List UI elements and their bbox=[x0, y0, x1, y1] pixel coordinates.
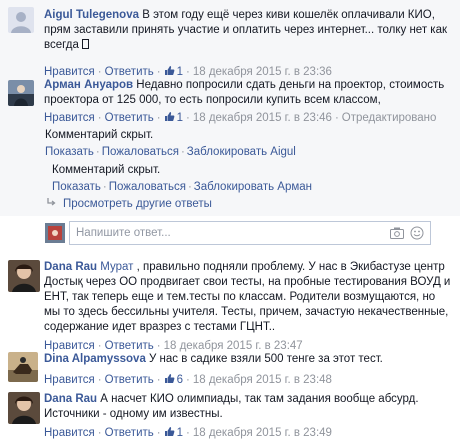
hidden-comment-text: Комментарий скрыт. bbox=[45, 129, 154, 141]
reply-input-box bbox=[69, 221, 431, 245]
comment-aigul: Aigul Tulegenova В этом году ещё через к… bbox=[0, 4, 460, 78]
reply-input[interactable] bbox=[70, 222, 370, 244]
thumbs-up-icon bbox=[164, 427, 174, 436]
avatar[interactable] bbox=[8, 80, 34, 106]
avatar[interactable] bbox=[8, 260, 40, 292]
like-count[interactable]: 1 bbox=[164, 427, 183, 439]
comment-author[interactable]: Dina Alpamyssova bbox=[44, 353, 146, 365]
comment-author[interactable]: Арман Ануаров bbox=[44, 79, 133, 91]
block-link[interactable]: Заблокировать Aigul bbox=[187, 146, 296, 158]
edited-link[interactable]: Отредактировано bbox=[342, 112, 437, 124]
timestamp[interactable]: 18 декабря 2015 г. в 23:49 bbox=[193, 427, 332, 439]
comment-dana-2: Dana Rau А насчет КИО олимпиады, так там… bbox=[0, 390, 460, 446]
timestamp[interactable]: 18 декабря 2015 г. в 23:48 bbox=[193, 374, 332, 386]
comment-author[interactable]: Dana Rau bbox=[44, 261, 97, 273]
comment-author[interactable]: Dana Rau bbox=[44, 393, 97, 405]
reply-link[interactable]: Ответить bbox=[105, 374, 154, 386]
avatar[interactable] bbox=[8, 392, 40, 424]
like-count[interactable]: 6 bbox=[164, 374, 183, 386]
avatar[interactable] bbox=[8, 7, 34, 33]
comment-text: У нас в садике взяли 500 тенге за этот т… bbox=[149, 353, 383, 365]
thumbs-up-icon bbox=[164, 66, 174, 75]
like-link[interactable]: Нравится bbox=[44, 112, 95, 124]
reply-link[interactable]: Ответить bbox=[105, 427, 154, 439]
thumbs-up-icon bbox=[164, 112, 174, 121]
show-link[interactable]: Показать bbox=[45, 146, 94, 158]
avatar[interactable] bbox=[8, 352, 38, 382]
like-link[interactable]: Нравится bbox=[44, 427, 95, 439]
hidden-comment: Комментарий скрыт. Показать · Пожаловаться… bbox=[45, 129, 296, 158]
comment-dana-1: Dana Rau Мурат , правильно подняли пробл… bbox=[0, 258, 460, 352]
mention-link[interactable]: Мурат bbox=[100, 261, 133, 273]
camera-icon[interactable] bbox=[390, 227, 404, 239]
emoji-icon[interactable] bbox=[410, 226, 424, 240]
comment-text: А насчет КИО олимпиады, так там задания … bbox=[44, 393, 419, 420]
hidden-comment-text: Комментарий скрыт. bbox=[52, 164, 161, 176]
thumbs-up-icon bbox=[164, 374, 174, 383]
timestamp[interactable]: 18 декабря 2015 г. в 23:46 bbox=[193, 112, 332, 124]
like-link[interactable]: Нравится bbox=[44, 374, 95, 386]
reply-arrow-icon bbox=[47, 198, 56, 206]
current-user-avatar bbox=[45, 223, 65, 243]
like-count[interactable]: 1 bbox=[164, 112, 183, 124]
report-link[interactable]: Пожаловаться bbox=[102, 146, 179, 158]
block-link[interactable]: Заблокировать Арман bbox=[194, 181, 312, 193]
comment-dina: Dina Alpamyssova У нас в садике взяли 50… bbox=[0, 350, 460, 386]
reply-link[interactable]: Ответить bbox=[105, 112, 154, 124]
broken-glyph-icon bbox=[82, 39, 90, 49]
hidden-comment: Комментарий скрыт. Показать · Пожаловаться… bbox=[52, 164, 312, 193]
comment-author[interactable]: Aigul Tulegenova bbox=[44, 9, 139, 21]
reply-composer bbox=[45, 221, 431, 247]
report-link[interactable]: Пожаловаться bbox=[109, 181, 186, 193]
show-link[interactable]: Показать bbox=[52, 181, 101, 193]
more-replies-link[interactable]: Просмотреть другие ответы bbox=[47, 197, 212, 212]
comment-arman: Арман Ануаров Недавно попросили сдать де… bbox=[0, 76, 460, 124]
